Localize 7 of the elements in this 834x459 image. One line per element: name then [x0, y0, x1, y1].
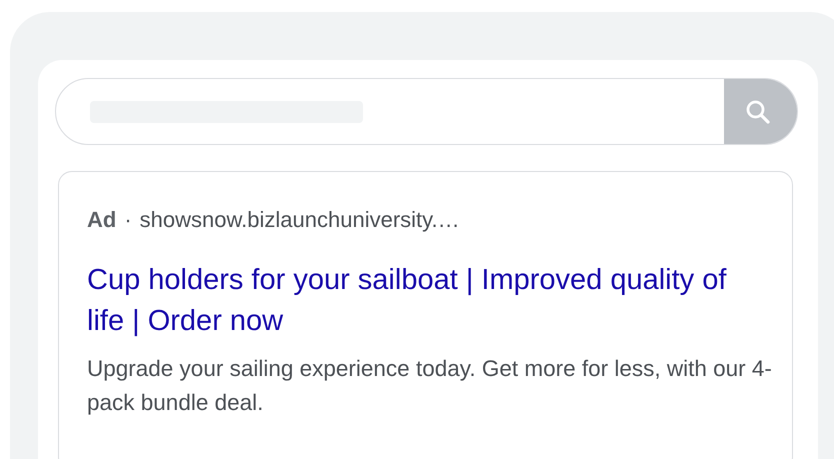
separator: · — [124, 206, 132, 234]
ad-label: Ad — [87, 206, 116, 234]
ad-title-link[interactable]: Cup holders for your sailboat | Improved quality of life | Order now — [87, 260, 727, 342]
search-button[interactable] — [724, 79, 797, 144]
ad-description: Upgrade your sailing experience today. Get more for less, with our 4-pack bundle deal. — [87, 355, 772, 417]
search-field[interactable] — [55, 78, 798, 145]
ad-url[interactable]: showsnow.bizlaunchuniversity.… — [140, 206, 460, 234]
